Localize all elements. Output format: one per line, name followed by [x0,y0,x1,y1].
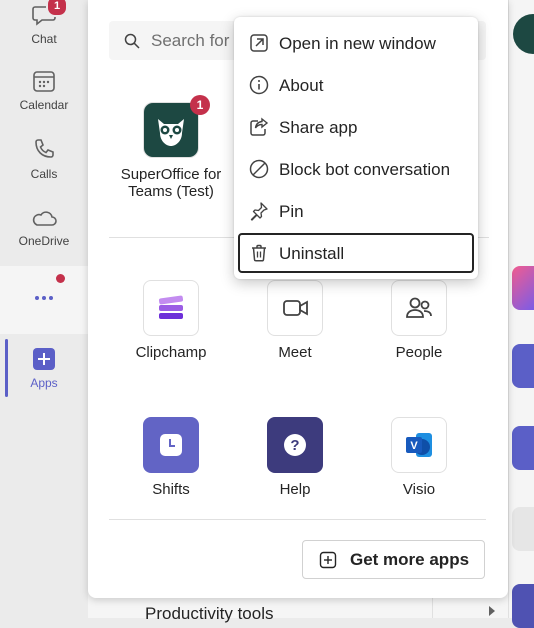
section-divider [109,519,486,520]
menu-label: Share app [279,118,358,137]
apps-icon [33,348,55,370]
rail-label-onedrive: OneDrive [18,234,70,248]
calendar-icon [33,71,55,92]
rail-label-chat: Chat [31,32,57,46]
help-app-icon: ? [267,417,323,473]
share-icon [250,117,269,136]
app-tile-people[interactable]: People [364,280,474,361]
more-notification-dot [56,274,65,283]
side-app-tile-2[interactable] [512,344,534,388]
app-notification-badge: 1 [190,95,210,115]
menu-item-share-app[interactable]: Share app [238,107,474,147]
app-name: Clipchamp [135,344,207,361]
people-icon [406,297,432,318]
chat-notification-badge: 1 [46,0,68,17]
menu-item-uninstall[interactable]: Uninstall [238,233,474,273]
rail-item-calls[interactable]: Calls [0,137,88,181]
meet-video-icon [283,300,308,316]
pin-icon [250,202,268,221]
rail-item-calendar[interactable]: Calendar [0,68,88,112]
app-tile-clipchamp[interactable]: Clipchamp [116,280,226,361]
rail-item-onedrive[interactable]: OneDrive [0,206,88,248]
menu-label: Uninstall [279,244,345,263]
menu-label: About [279,76,324,95]
open-window-icon [250,34,268,52]
rail-label-calendar: Calendar [19,98,69,112]
superoffice-owl-icon [158,119,184,146]
onedrive-icon [32,211,57,226]
rail-item-chat[interactable]: Chat 1 [0,0,88,46]
side-app-tile-1[interactable] [512,266,534,310]
superoffice-app-icon: 1 [143,95,210,158]
svg-text:?: ? [290,437,299,454]
clipchamp-icon [158,295,184,319]
add-square-icon [319,551,337,569]
search-icon [124,33,140,49]
menu-label: Block bot conversation [279,160,451,179]
side-app-tile-3[interactable] [512,426,534,470]
productivity-tools-label: Productivity tools [145,604,274,623]
meet-app-icon [267,280,323,336]
app-name: Meet [278,344,312,361]
app-name: People [395,344,443,361]
block-icon [249,159,269,179]
app-tile-superoffice[interactable]: 1 SuperOffice for Teams (Test) [116,95,226,200]
menu-label: Open in new window [279,34,436,53]
caret-right-icon[interactable] [489,606,495,616]
app-tile-visio[interactable]: V Visio [364,417,474,498]
shifts-clock-icon [160,434,182,456]
app-tile-shifts[interactable]: Shifts [116,417,226,498]
app-tile-meet[interactable]: Meet [240,280,350,361]
info-icon [249,75,269,95]
app-name: SuperOffice for Teams (Test) [120,166,222,200]
shifts-app-icon [143,417,199,473]
more-icon [35,296,53,300]
svg-text:V: V [410,440,418,452]
people-app-icon [391,280,447,336]
app-rail: Chat 1 Calendar Calls OneDrive Apps [0,0,88,618]
rail-label-calls: Calls [30,167,58,181]
calls-icon [35,139,54,158]
app-name: Shifts [152,481,190,498]
menu-item-open-new-window[interactable]: Open in new window [238,23,474,63]
rail-label-apps: Apps [30,376,58,390]
app-name: Help [279,481,311,498]
side-app-tile-5[interactable] [512,584,534,628]
get-more-apps-button[interactable]: Get more apps [302,540,485,579]
app-name: Visio [402,481,436,498]
app-tile-help[interactable]: ? Help [240,417,350,498]
profile-avatar[interactable] [513,14,534,54]
menu-label: Pin [279,202,304,221]
menu-item-pin[interactable]: Pin [238,191,474,231]
visio-app-icon: V [391,417,447,473]
rail-item-apps[interactable]: Apps [0,346,88,390]
divider [432,598,433,618]
get-more-apps-label: Get more apps [350,550,470,569]
visio-icon: V [406,433,432,457]
menu-item-block-bot[interactable]: Block bot conversation [238,149,474,189]
trash-icon [252,244,266,262]
app-context-menu: Open in new window About Share app Block… [234,17,478,279]
rail-item-more[interactable] [0,266,88,334]
help-question-icon: ? [284,434,306,456]
side-app-tile-4[interactable] [512,507,534,551]
menu-item-about[interactable]: About [238,65,474,105]
clipchamp-app-icon [143,280,199,336]
